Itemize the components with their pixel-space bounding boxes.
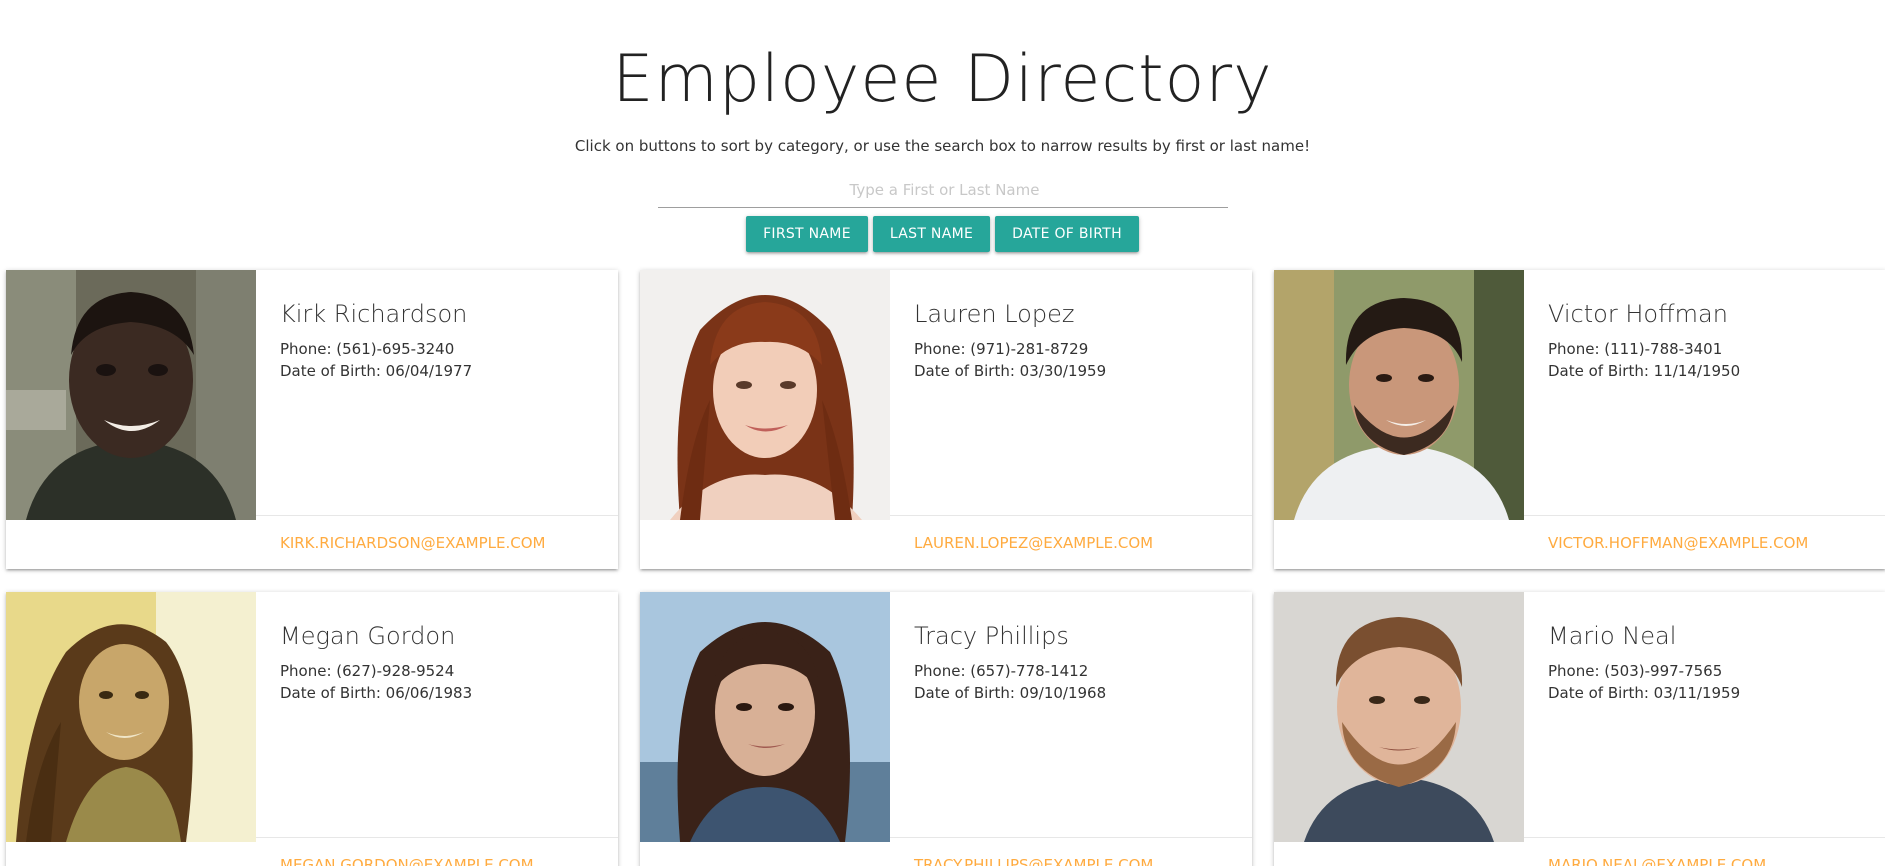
employee-dob: Date of Birth: 03/11/1959 <box>1548 684 1741 702</box>
employee-photo <box>640 592 890 842</box>
employee-photo <box>640 270 890 520</box>
employee-card: Tracy Phillips Phone: (657)-778-1412 Dat… <box>640 592 1252 866</box>
page-header: Employee Directory Click on buttons to s… <box>0 0 1885 252</box>
card-action: MARIO.NEAL@EXAMPLE.COM <box>1524 837 1885 866</box>
employee-name: Megan Gordon <box>280 622 456 650</box>
employee-info: Lauren Lopez Phone: (971)-281-8729 Date … <box>914 298 1242 382</box>
employee-email-link[interactable]: VICTOR.HOFFMAN@EXAMPLE.COM <box>1548 534 1808 552</box>
employee-card: Victor Hoffman Phone: (111)-788-3401 Dat… <box>1274 270 1885 569</box>
employee-card: Megan Gordon Phone: (627)-928-9524 Date … <box>6 592 618 866</box>
card-action: KIRK.RICHARDSON@EXAMPLE.COM <box>256 515 618 569</box>
employee-info: Megan Gordon Phone: (627)-928-9524 Date … <box>280 620 608 704</box>
search-field-wrapper <box>657 172 1232 208</box>
employee-name: Victor Hoffman <box>1548 300 1728 328</box>
employee-email-link[interactable]: TRACY.PHILLIPS@EXAMPLE.COM <box>914 856 1153 866</box>
card-action: LAUREN.LOPEZ@EXAMPLE.COM <box>890 515 1252 569</box>
employee-info: Kirk Richardson Phone: (561)-695-3240 Da… <box>280 298 608 382</box>
employee-phone: Phone: (111)-788-3401 <box>1548 340 1723 358</box>
employee-card: Lauren Lopez Phone: (971)-281-8729 Date … <box>640 270 1252 569</box>
employee-info: Mario Neal Phone: (503)-997-7565 Date of… <box>1548 620 1876 704</box>
sort-first-name-button[interactable]: FIRST NAME <box>746 216 868 252</box>
employee-phone: Phone: (657)-778-1412 <box>914 662 1089 680</box>
employee-email-link[interactable]: KIRK.RICHARDSON@EXAMPLE.COM <box>280 534 546 552</box>
card-action: MEGAN.GORDON@EXAMPLE.COM <box>256 837 618 866</box>
employee-info: Tracy Phillips Phone: (657)-778-1412 Dat… <box>914 620 1242 704</box>
employee-card: Mario Neal Phone: (503)-997-7565 Date of… <box>1274 592 1885 866</box>
employee-info: Victor Hoffman Phone: (111)-788-3401 Dat… <box>1548 298 1876 382</box>
employee-photo <box>6 592 256 842</box>
employee-email-link[interactable]: LAUREN.LOPEZ@EXAMPLE.COM <box>914 534 1153 552</box>
employee-phone: Phone: (971)-281-8729 <box>914 340 1089 358</box>
search-input[interactable] <box>657 172 1232 208</box>
employee-name: Kirk Richardson <box>280 300 468 328</box>
employee-dob: Date of Birth: 06/04/1977 <box>280 362 473 380</box>
employee-name: Tracy Phillips <box>914 622 1069 650</box>
sort-date-of-birth-button[interactable]: DATE OF BIRTH <box>995 216 1139 252</box>
employee-dob: Date of Birth: 11/14/1950 <box>1548 362 1741 380</box>
sort-last-name-button[interactable]: LAST NAME <box>872 216 991 252</box>
employee-phone: Phone: (627)-928-9524 <box>280 662 455 680</box>
employee-photo <box>6 270 256 520</box>
employee-phone: Phone: (561)-695-3240 <box>280 340 455 358</box>
card-action: TRACY.PHILLIPS@EXAMPLE.COM <box>890 837 1252 866</box>
employee-name: Mario Neal <box>1548 622 1677 650</box>
sort-button-group: FIRST NAME LAST NAME DATE OF BIRTH <box>0 216 1885 252</box>
employee-dob: Date of Birth: 03/30/1959 <box>914 362 1107 380</box>
employee-photo <box>1274 270 1524 520</box>
page-title: Employee Directory <box>612 42 1273 117</box>
employee-dob: Date of Birth: 06/06/1983 <box>280 684 473 702</box>
employee-phone: Phone: (503)-997-7565 <box>1548 662 1723 680</box>
card-action: VICTOR.HOFFMAN@EXAMPLE.COM <box>1524 515 1885 569</box>
employee-email-link[interactable]: MARIO.NEAL@EXAMPLE.COM <box>1548 856 1766 866</box>
employee-card: Kirk Richardson Phone: (561)-695-3240 Da… <box>6 270 618 569</box>
employee-photo <box>1274 592 1524 842</box>
employee-email-link[interactable]: MEGAN.GORDON@EXAMPLE.COM <box>280 856 534 866</box>
page-instructions: Click on buttons to sort by category, or… <box>574 137 1311 155</box>
employee-directory-page: Employee Directory Click on buttons to s… <box>0 0 1885 866</box>
employee-name: Lauren Lopez <box>914 300 1075 328</box>
employee-dob: Date of Birth: 09/10/1968 <box>914 684 1107 702</box>
